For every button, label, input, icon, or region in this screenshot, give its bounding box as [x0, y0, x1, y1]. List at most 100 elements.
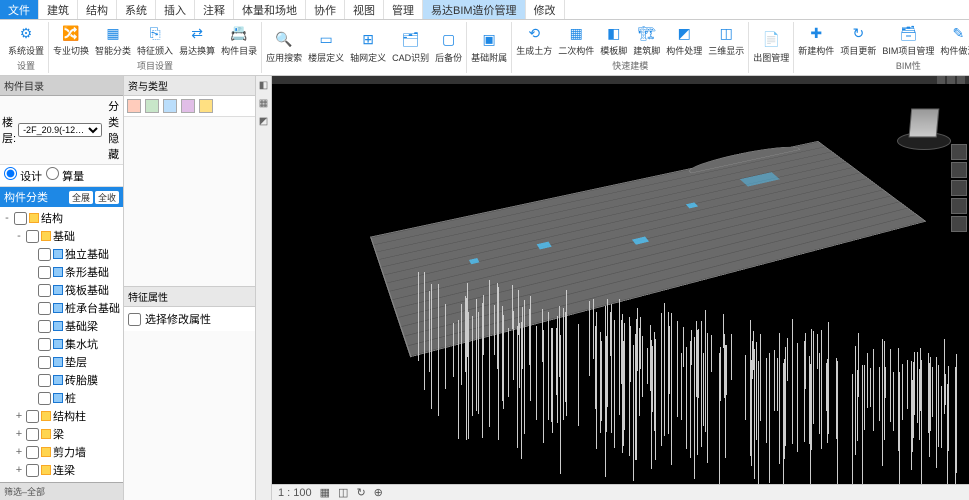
tree-checkbox[interactable] [38, 392, 51, 405]
view-cube[interactable] [897, 102, 951, 156]
ribbon-btn-4-4[interactable]: ◩构件处理 [664, 22, 704, 58]
ribbon-btn-4-2[interactable]: ◧模板脚 [598, 22, 629, 58]
tree-checkbox[interactable] [38, 374, 51, 387]
tree-checkbox[interactable] [38, 266, 51, 279]
tree-toggle-icon[interactable]: + [14, 410, 24, 422]
tree-node-10[interactable]: 桩 [26, 389, 121, 407]
tree-checkbox[interactable] [14, 212, 27, 225]
tree-toggle-icon[interactable]: - [14, 230, 24, 242]
tree-node-14[interactable]: +连梁 [14, 461, 121, 479]
vp-tool-4[interactable] [951, 198, 967, 214]
type-tb-btn-2[interactable] [145, 99, 159, 113]
tab-8[interactable]: 视图 [345, 0, 384, 19]
status-icon-3[interactable]: ↻ [356, 486, 365, 499]
type-tb-btn-3[interactable] [163, 99, 177, 113]
category-hide-button[interactable]: 分类隐藏 [104, 98, 123, 162]
tree-toggle-icon[interactable]: + [14, 464, 24, 476]
tab-11[interactable]: 修改 [526, 0, 565, 19]
tree-checkbox[interactable] [38, 284, 51, 297]
type-tb-btn-4[interactable] [181, 99, 195, 113]
property-check[interactable] [128, 313, 141, 326]
tab-9[interactable]: 管理 [384, 0, 423, 19]
vp-tool-1[interactable] [951, 144, 967, 160]
ribbon-btn-4-5[interactable]: ◫三维显示 [706, 22, 746, 58]
ribbon-btn-4-0[interactable]: ⟲生成土方 [514, 22, 554, 58]
tree-node-1[interactable]: -基础 [14, 227, 121, 245]
tree-checkbox[interactable] [26, 230, 39, 243]
tree-node-7[interactable]: 集水坑 [26, 335, 121, 353]
tree-node-12[interactable]: +梁 [14, 425, 121, 443]
ribbon-btn-5-0[interactable]: 📄出图管理 [751, 29, 791, 65]
tree-node-9[interactable]: 砖胎膜 [26, 371, 121, 389]
tab-1[interactable]: 建筑 [39, 0, 78, 19]
type-tb-btn-5[interactable] [199, 99, 213, 113]
vp-maximize-icon[interactable] [947, 76, 955, 84]
tree-node-4[interactable]: 筏板基础 [26, 281, 121, 299]
tree-node-5[interactable]: 桩承台基础 [26, 299, 121, 317]
vp-tool-5[interactable] [951, 216, 967, 232]
tab-6[interactable]: 体量和场地 [234, 0, 306, 19]
tree-checkbox[interactable] [38, 248, 51, 261]
tree-checkbox[interactable] [38, 338, 51, 351]
type-tb-btn-1[interactable] [127, 99, 141, 113]
floor-select[interactable]: -2F_20.9(-12… [18, 123, 102, 137]
tree-node-3[interactable]: 条形基础 [26, 263, 121, 281]
tree-toggle-icon[interactable]: - [2, 212, 12, 224]
design-radio[interactable]: 设计 [4, 167, 42, 184]
tab-10[interactable]: 易达BIM造价管理 [423, 0, 526, 19]
vp-minimize-icon[interactable] [937, 76, 945, 84]
ribbon-btn-1-1[interactable]: ▦智能分类 [93, 22, 133, 58]
ribbon-btn-6-2[interactable]: 🗃BIM项目管理 [880, 22, 936, 58]
tree-checkbox[interactable] [38, 356, 51, 369]
status-icon-2[interactable]: ◫ [338, 486, 348, 499]
tree-toggle-icon[interactable]: + [14, 446, 24, 458]
tree-node-11[interactable]: +结构柱 [14, 407, 121, 425]
status-icon-1[interactable]: ▦ [320, 486, 330, 499]
tree-checkbox[interactable] [26, 446, 39, 459]
ribbon-btn-2-0[interactable]: 🔍应用搜索 [264, 29, 304, 65]
tree-checkbox[interactable] [26, 464, 39, 477]
ribbon-btn-6-0[interactable]: ✚新建构件 [796, 22, 836, 58]
tree-node-0[interactable]: -结构 [2, 209, 121, 227]
status-icon-4[interactable]: ⊕ [374, 486, 383, 499]
tab-5[interactable]: 注释 [195, 0, 234, 19]
ribbon-btn-1-0[interactable]: 🔀专业切换 [51, 22, 91, 58]
vp-close-icon[interactable] [957, 76, 965, 84]
ribbon-btn-1-3[interactable]: ⇄易达换算 [177, 22, 217, 58]
tab-3[interactable]: 系统 [117, 0, 156, 19]
tab-7[interactable]: 协作 [306, 0, 345, 19]
calc-radio[interactable]: 算量 [46, 167, 84, 184]
ts-btn-1[interactable]: ◧ [257, 80, 271, 94]
ribbon-btn-2-2[interactable]: ⊞轴网定义 [348, 29, 388, 65]
component-tree[interactable]: -结构-基础独立基础条形基础筏板基础桩承台基础基础梁集水坑垫层砖胎膜桩+结构柱+… [0, 207, 123, 482]
tree-node-6[interactable]: 基础梁 [26, 317, 121, 335]
ts-btn-2[interactable]: ▦ [257, 98, 271, 112]
ribbon-btn-3-0[interactable]: ▣基础附属 [469, 29, 509, 65]
tab-2[interactable]: 结构 [78, 0, 117, 19]
ribbon-btn-2-1[interactable]: ▭楼层定义 [306, 29, 346, 65]
ribbon-btn-2-4[interactable]: ▢后备份 [433, 29, 464, 65]
ribbon-btn-1-2[interactable]: ⎘特征颁入 [135, 22, 175, 58]
vp-tool-3[interactable] [951, 180, 967, 196]
tree-node-13[interactable]: +剪力墙 [14, 443, 121, 461]
tree-toggle-icon[interactable]: + [14, 428, 24, 440]
ribbon-btn-0-0[interactable]: ⚙系统设置 [6, 22, 46, 58]
viewport-canvas[interactable] [272, 84, 969, 484]
expand-all-button[interactable]: 全展 [69, 191, 93, 204]
tab-4[interactable]: 插入 [156, 0, 195, 19]
ribbon-btn-6-3[interactable]: ✎构件做法 [938, 22, 969, 58]
scale-label[interactable]: 1 : 100 [278, 487, 312, 499]
ribbon-btn-6-1[interactable]: ↻项目更新 [838, 22, 878, 58]
ribbon-btn-1-4[interactable]: 📇构件目录 [219, 22, 259, 58]
tree-checkbox[interactable] [38, 320, 51, 333]
ribbon-btn-2-3[interactable]: 🗂CAD识别 [390, 29, 431, 65]
tree-checkbox[interactable] [38, 302, 51, 315]
ribbon-btn-4-3[interactable]: 🏗建筑脚 [631, 22, 662, 58]
tree-node-8[interactable]: 垫层 [26, 353, 121, 371]
ribbon-btn-4-1[interactable]: ▦二次构件 [556, 22, 596, 58]
collapse-all-button[interactable]: 全收 [95, 191, 119, 204]
tab-0[interactable]: 文件 [0, 0, 39, 19]
ts-btn-3[interactable]: ◩ [257, 116, 271, 130]
tree-checkbox[interactable] [26, 428, 39, 441]
tree-checkbox[interactable] [26, 410, 39, 423]
